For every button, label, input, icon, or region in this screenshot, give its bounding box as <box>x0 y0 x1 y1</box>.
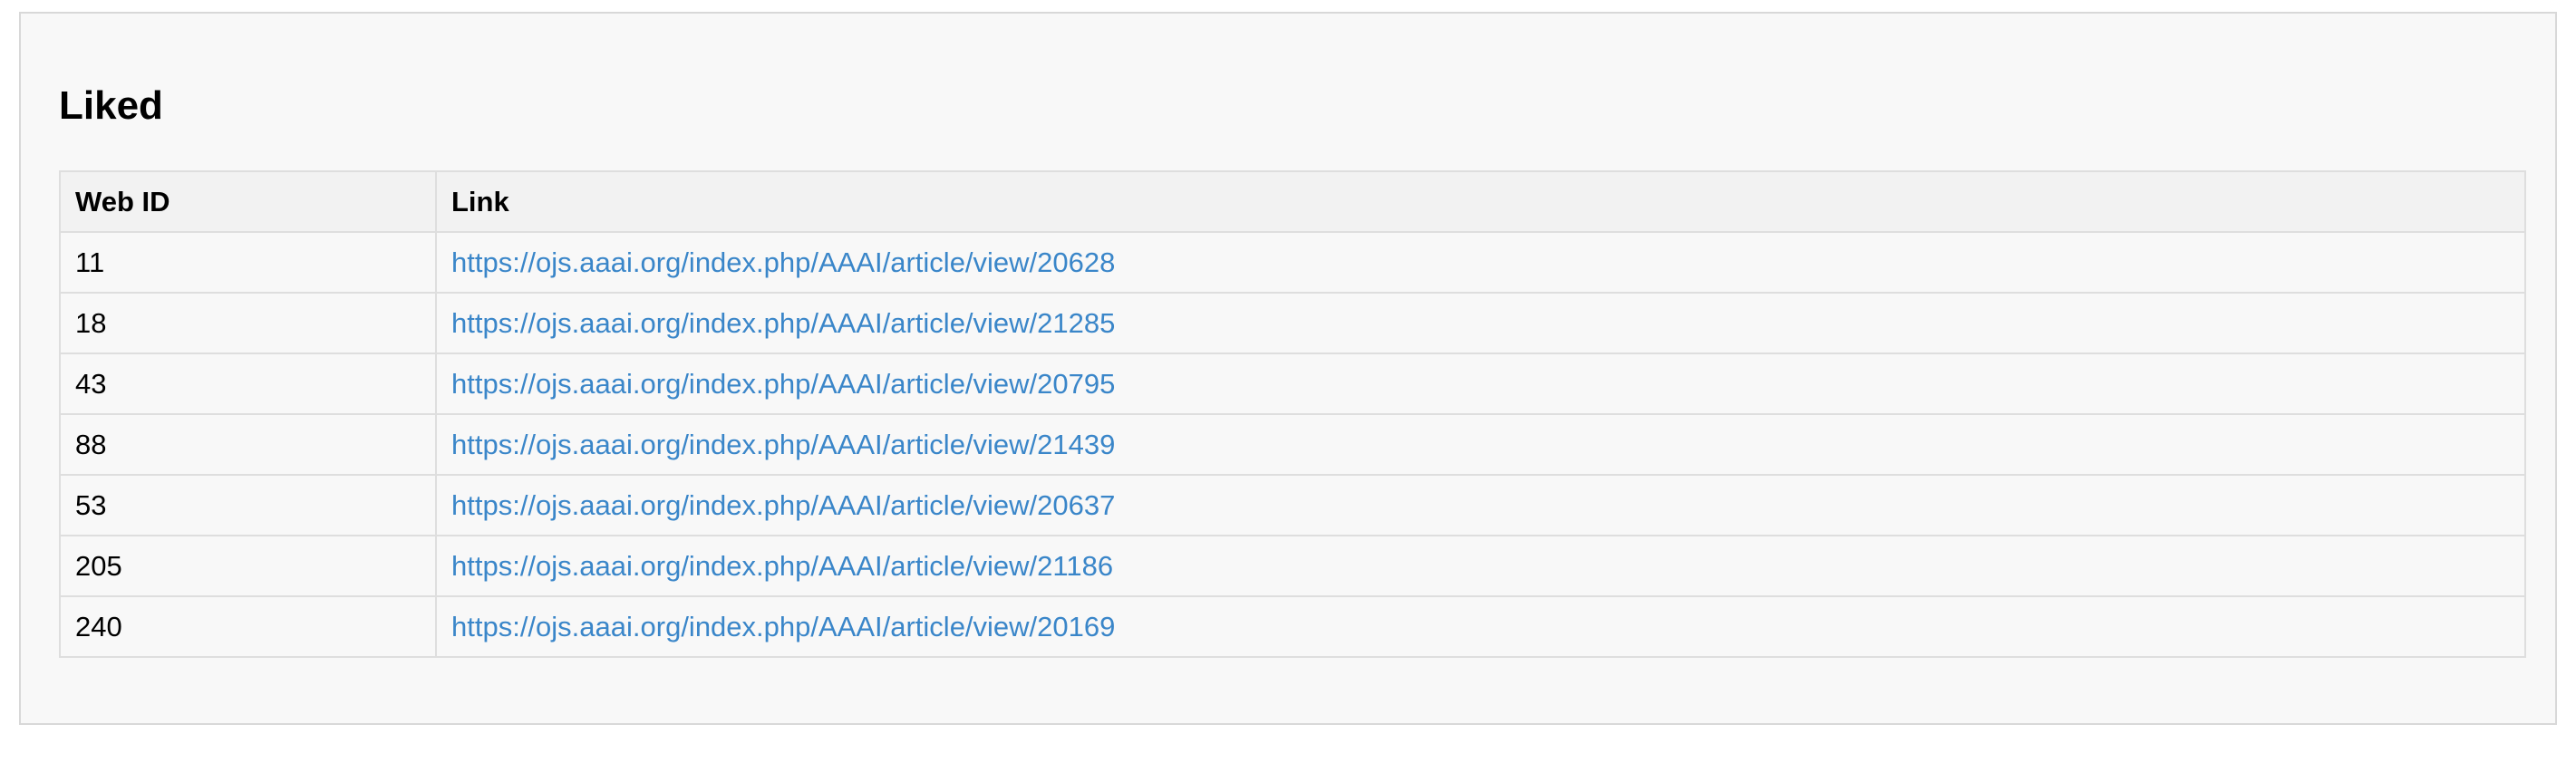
article-link[interactable]: https://ojs.aaai.org/index.php/AAAI/arti… <box>451 429 1115 460</box>
liked-panel: Liked Web ID Link 11 https://ojs.aaai.or… <box>19 12 2557 725</box>
table-row: 43 https://ojs.aaai.org/index.php/AAAI/a… <box>59 353 2526 415</box>
table-row: 205 https://ojs.aaai.org/index.php/AAAI/… <box>59 535 2526 597</box>
table-row: 18 https://ojs.aaai.org/index.php/AAAI/a… <box>59 292 2526 354</box>
liked-table: Web ID Link 11 https://ojs.aaai.org/inde… <box>59 170 2526 658</box>
column-header-web-id: Web ID <box>59 170 437 233</box>
section-title: Liked <box>59 83 163 128</box>
web-id-cell: 205 <box>59 535 437 597</box>
link-cell: https://ojs.aaai.org/index.php/AAAI/arti… <box>435 292 2526 354</box>
link-cell: https://ojs.aaai.org/index.php/AAAI/arti… <box>435 231 2526 294</box>
article-link[interactable]: https://ojs.aaai.org/index.php/AAAI/arti… <box>451 489 1115 521</box>
table-header-row: Web ID Link <box>59 170 2526 233</box>
article-link[interactable]: https://ojs.aaai.org/index.php/AAAI/arti… <box>451 368 1115 400</box>
table-row: 53 https://ojs.aaai.org/index.php/AAAI/a… <box>59 474 2526 536</box>
web-id-cell: 53 <box>59 474 437 536</box>
link-cell: https://ojs.aaai.org/index.php/AAAI/arti… <box>435 353 2526 415</box>
article-link[interactable]: https://ojs.aaai.org/index.php/AAAI/arti… <box>451 550 1113 582</box>
article-link[interactable]: https://ojs.aaai.org/index.php/AAAI/arti… <box>451 246 1115 278</box>
web-id-cell: 240 <box>59 595 437 658</box>
link-cell: https://ojs.aaai.org/index.php/AAAI/arti… <box>435 595 2526 658</box>
web-id-cell: 88 <box>59 413 437 476</box>
table-row: 240 https://ojs.aaai.org/index.php/AAAI/… <box>59 595 2526 658</box>
web-id-cell: 18 <box>59 292 437 354</box>
web-id-cell: 11 <box>59 231 437 294</box>
link-cell: https://ojs.aaai.org/index.php/AAAI/arti… <box>435 535 2526 597</box>
table-row: 11 https://ojs.aaai.org/index.php/AAAI/a… <box>59 231 2526 294</box>
link-cell: https://ojs.aaai.org/index.php/AAAI/arti… <box>435 474 2526 536</box>
article-link[interactable]: https://ojs.aaai.org/index.php/AAAI/arti… <box>451 611 1115 642</box>
column-header-link: Link <box>435 170 2526 233</box>
link-cell: https://ojs.aaai.org/index.php/AAAI/arti… <box>435 413 2526 476</box>
table-row: 88 https://ojs.aaai.org/index.php/AAAI/a… <box>59 413 2526 476</box>
article-link[interactable]: https://ojs.aaai.org/index.php/AAAI/arti… <box>451 307 1115 339</box>
web-id-cell: 43 <box>59 353 437 415</box>
